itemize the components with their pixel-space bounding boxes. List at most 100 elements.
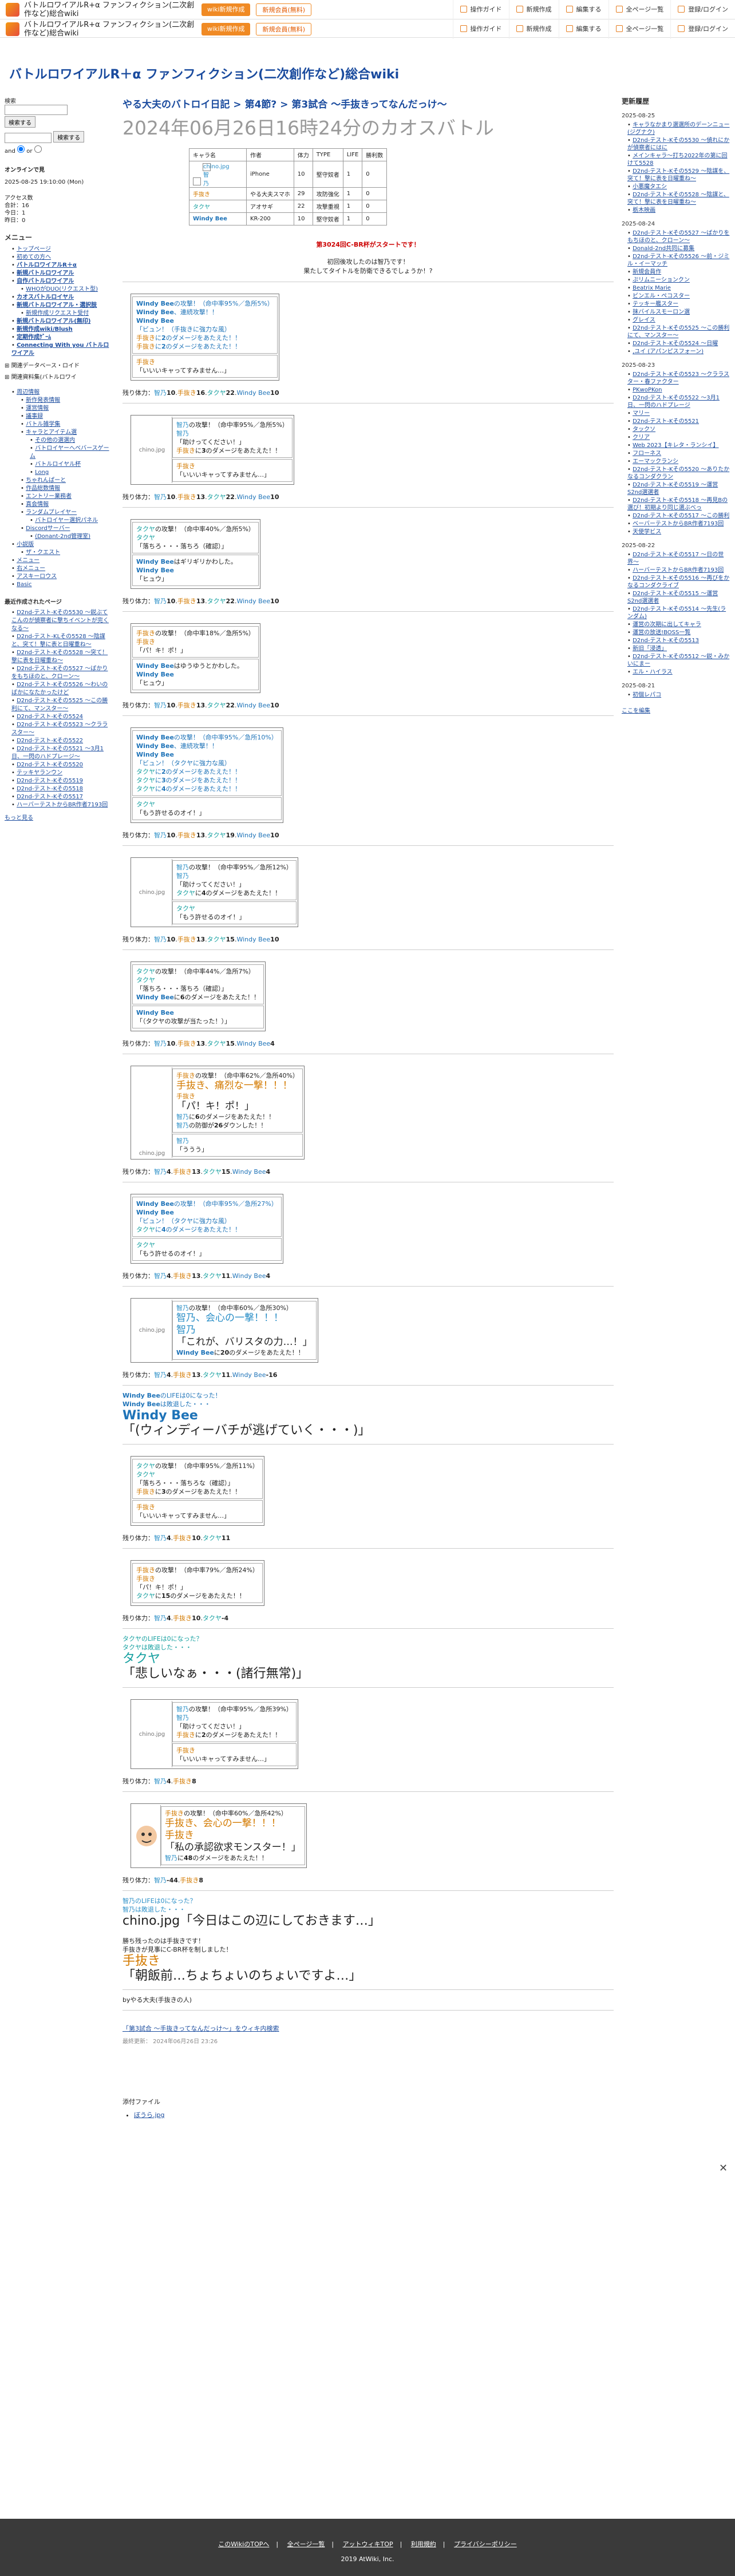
tool-edit-2[interactable]: 編集する: [558, 19, 608, 39]
update-item[interactable]: • フローネス: [622, 450, 730, 457]
tool-allpages-2[interactable]: 全ページ一覧: [608, 19, 671, 39]
update-item[interactable]: • D2nd-テスト-Kその5516 〜再びをかなるコンダクライブ: [622, 575, 730, 589]
recent-item[interactable]: • D2nd-テスト-Kその5525 〜この勝利にて、マンスター〜: [5, 697, 113, 713]
tool-allpages[interactable]: 全ページ一覧: [608, 0, 671, 19]
update-item[interactable]: • D2nd-テスト-Kその5513: [622, 637, 730, 644]
menu-item[interactable]: • 初めての方へ: [5, 254, 113, 262]
tree-item[interactable]: • ちゃれんぱーと: [5, 477, 113, 485]
menu-item[interactable]: • カオスバトルロイヤル: [5, 294, 113, 302]
update-item[interactable]: • D2nd-テスト-Kその5529 〜陰謀を、突て！撃に表を日曜重ね〜: [622, 168, 730, 183]
tree-item[interactable]: • (Donant-2nd管理室): [5, 533, 113, 541]
update-item[interactable]: • D2nd-テスト-Kその5526 〜前・ジミル・イーマッチ: [622, 253, 730, 268]
update-item[interactable]: • D2nd-テスト-Kその5521: [622, 418, 730, 425]
update-item[interactable]: • Donald-2nd共同に募集: [622, 245, 730, 252]
tree-item[interactable]: • アスキーロウス: [5, 573, 113, 581]
wiki-new-button[interactable]: wiki新規作成: [201, 3, 251, 16]
tool-new-2[interactable]: 新規作成: [508, 19, 559, 39]
update-item[interactable]: • 運営の次期に出してキャラ: [622, 621, 730, 628]
plus-item[interactable]: ⊞ 関連資料集(バトルロワイ: [5, 374, 113, 382]
breadcrumb[interactable]: やる大夫のバトロイ日記 > 第4節? > 第3試合 〜手抜きってなんだっけ〜: [122, 96, 614, 110]
update-item[interactable]: • D2nd-テスト-Kその5515 〜運営S2nd選選者: [622, 590, 730, 605]
menu-item[interactable]: • 自作バトルロワイアル: [5, 278, 113, 286]
update-item[interactable]: • D2nd-テスト-Kその5524 〜日曜: [622, 340, 730, 347]
menu-item[interactable]: • 定期作成ｹﾞｰﾑ: [5, 334, 113, 342]
update-item[interactable]: • 栃木映画: [622, 207, 730, 214]
tree-item[interactable]: • Discordサーバー: [5, 525, 113, 533]
register-button-2[interactable]: 新規会員(無料): [256, 22, 312, 35]
update-item[interactable]: • D2nd-テスト-Kその5527 〜ばかりをもちほのと、クローン〜: [622, 229, 730, 244]
close-icon[interactable]: ✕: [719, 2162, 728, 2174]
update-item[interactable]: • 天使学ビス: [622, 528, 730, 536]
tool-login-2[interactable]: 登録/ログイン: [670, 19, 735, 39]
tool-guide-2[interactable]: 操作ガイド: [452, 19, 509, 39]
update-item[interactable]: • 小悪魔タエシ: [622, 183, 730, 191]
update-item[interactable]: • D2nd-テスト-Kその5530 〜偵れにかが偵察者にはに: [622, 137, 730, 152]
tree-item[interactable]: • 新作発表情報: [5, 397, 113, 405]
edit-link[interactable]: ここを編集: [622, 708, 650, 714]
wiki-search-link[interactable]: 「第3試合 〜手抜きってなんだっけ〜」をウィキ内検索: [122, 2025, 279, 2032]
tree-item[interactable]: • バトロイヤーへべバースゲーム: [5, 445, 113, 461]
menu-item[interactable]: • 新規バトルロワイアル(無印): [5, 318, 113, 326]
recent-item[interactable]: • D2nd-テスト-Kその5526 〜わいのばかになたかったけど: [5, 681, 113, 697]
update-item[interactable]: • ,ユイ (アパンピスフォーン): [622, 348, 730, 355]
update-item[interactable]: • ぷリムニーションクン: [622, 276, 730, 284]
update-item[interactable]: • D2nd-テスト-Kその5517 〜日の世界〜: [622, 551, 730, 566]
update-item[interactable]: • 初個レパコ: [622, 691, 730, 699]
footer-link-terms[interactable]: 利用規約: [411, 2541, 436, 2548]
recent-item[interactable]: • ハーバーテストからBR作者7193回: [5, 801, 113, 809]
atwiki-logo-icon[interactable]: [6, 2, 19, 17]
tree-item[interactable]: • キャラとアイテム選: [5, 429, 113, 437]
update-item[interactable]: • D2nd-テスト-Kその5512 〜鋭・みかいにまー: [622, 653, 730, 668]
update-item[interactable]: • D2nd-テスト-Kその5525 〜この勝利にて、マンスター〜: [622, 325, 730, 339]
site-name-2[interactable]: バトルロワイアルR+α ファンフィクション(二次創作など)総合wiki: [24, 21, 196, 38]
tree-item[interactable]: • バトル雑学集: [5, 421, 113, 429]
tree-item[interactable]: • 小説版: [5, 541, 113, 549]
plus-item[interactable]: ⊞ 関連データベース・ロイド: [5, 362, 113, 370]
update-item[interactable]: • ビンエル・ペコスター: [622, 292, 730, 300]
recent-item[interactable]: • D2nd-テスト-Kその5518: [5, 785, 113, 793]
tree-item[interactable]: • バトルロイヤル杯: [5, 461, 113, 469]
recent-item[interactable]: • テッキヤランウン: [5, 769, 113, 777]
update-item[interactable]: • クリア: [622, 434, 730, 441]
update-item[interactable]: • D2nd-テスト-Kその5520 〜ありたかなるコンダクラン: [622, 466, 730, 481]
wiki-new-button-2[interactable]: wiki新規作成: [201, 22, 251, 35]
search-input-2[interactable]: [5, 133, 52, 143]
menu-item[interactable]: • Connecting With you バトルロワイアル: [5, 342, 113, 358]
update-item[interactable]: • Web 2023【キレタ・ランシイ】: [622, 442, 730, 449]
tool-edit[interactable]: 編集する: [558, 0, 608, 19]
tree-item[interactable]: • メニュー: [5, 557, 113, 565]
update-item[interactable]: • D2nd-テスト-Kその5523 〜クララスター・春ファクター: [622, 371, 730, 386]
and-radio[interactable]: [17, 145, 25, 153]
update-item[interactable]: • メインキャラ〜打ち2022年の第に回けて5528: [622, 152, 730, 167]
or-radio[interactable]: [34, 145, 42, 153]
recent-item[interactable]: • D2nd-テスト-Kその5523 〜クララスター〜: [5, 721, 113, 737]
search-input[interactable]: [5, 105, 68, 115]
footer-link-allpages[interactable]: 全ページ一覧: [287, 2541, 325, 2548]
tool-new[interactable]: 新規作成: [508, 0, 559, 19]
tree-item[interactable]: • エントリー業務者: [5, 493, 113, 501]
menu-item[interactable]: • 新規作成wiki/Blush: [5, 326, 113, 334]
tree-item[interactable]: • 作品総数情報: [5, 485, 113, 493]
tree-item[interactable]: • ランダムプレイヤー: [5, 509, 113, 517]
menu-item[interactable]: • 新規バトルロワイアル・選択肢: [5, 302, 113, 310]
update-item[interactable]: • D2nd-テスト-Kその5518 〜再見Bの選び！初期より同じ選ぶべっ: [622, 497, 730, 512]
recent-item[interactable]: • D2nd-テスト-Kその5522: [5, 737, 113, 745]
tree-item[interactable]: • バトロイヤー選択パネル: [5, 517, 113, 525]
update-item[interactable]: • エーマックランシ: [622, 458, 730, 465]
update-item[interactable]: • 運営の放送!BOSS一覧: [622, 629, 730, 636]
footer-link-atwiki[interactable]: アットウィキTOP: [343, 2541, 393, 2548]
tree-item[interactable]: • 周辺情報: [5, 389, 113, 397]
menu-item[interactable]: • トップページ: [5, 246, 113, 254]
recent-item[interactable]: • D2nd-テスト-Kその5527 〜ばかりをもちほのと、クローン〜: [5, 665, 113, 681]
tree-item[interactable]: • 真会情報: [5, 501, 113, 509]
wiki-title[interactable]: バトルロワイアルR＋α ファンフィクション(二次創作など)総合wiki: [9, 64, 399, 82]
recent-item[interactable]: • D2nd-テスト-Kその5521 〜3月1日、一閃のハドプレージ〜: [5, 745, 113, 761]
recent-item[interactable]: • D2nd-テスト-Kその5520: [5, 761, 113, 769]
tree-item[interactable]: • その他の選選内: [5, 437, 113, 445]
tool-guide[interactable]: 操作ガイド: [452, 0, 509, 19]
update-item[interactable]: • マリー: [622, 410, 730, 417]
update-item[interactable]: • タックソ: [622, 426, 730, 433]
update-item[interactable]: • D2nd-テスト-Kその5528 〜陰謀と、突て！撃に表を日曜重ね〜: [622, 191, 730, 206]
update-item[interactable]: • 抹バイルスモーロン選: [622, 308, 730, 316]
update-item[interactable]: • D2nd-テスト-Kその5519 〜運営S2nd選選者: [622, 481, 730, 496]
